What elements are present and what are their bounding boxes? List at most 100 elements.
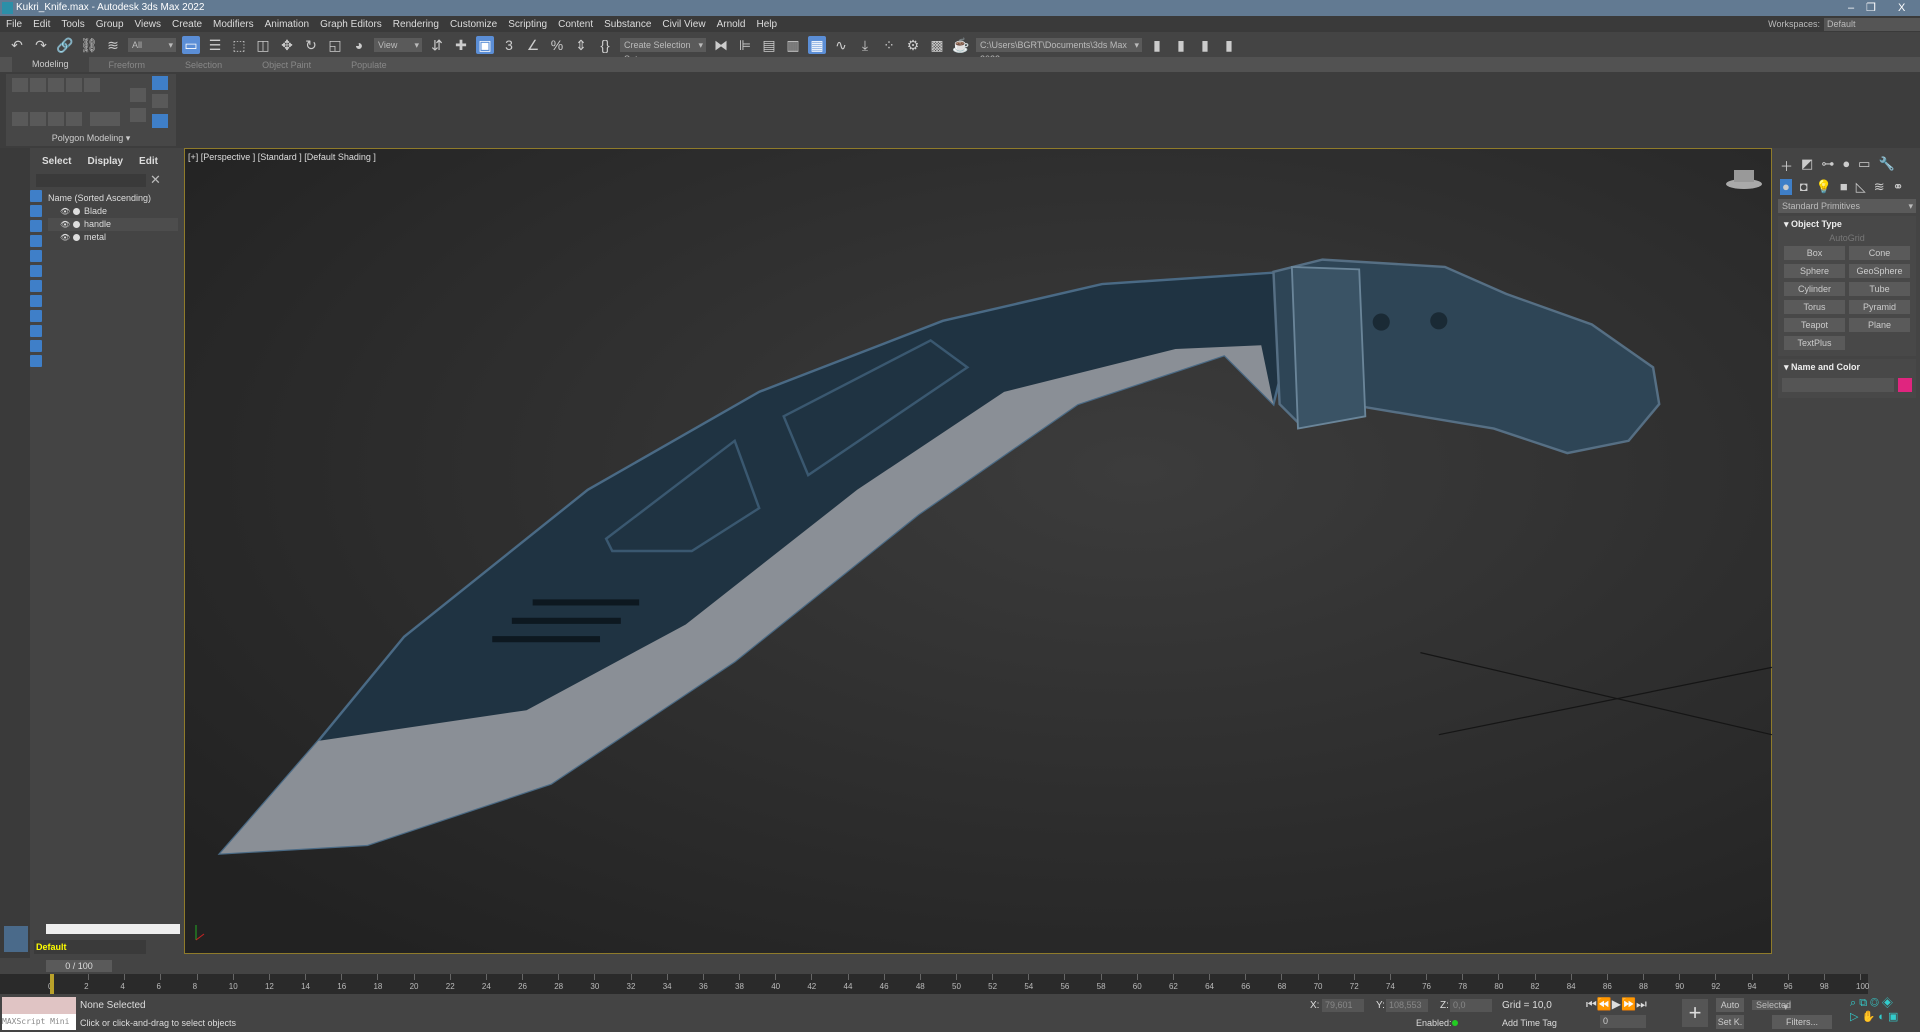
- menu-substance[interactable]: Substance: [604, 19, 651, 30]
- spinner-snap-icon[interactable]: ⇕: [572, 36, 590, 54]
- scene-explorer-icon[interactable]: ▤: [760, 36, 778, 54]
- undo-icon[interactable]: ↶: [8, 36, 26, 54]
- viewport-label[interactable]: [+] [Perspective ] [Standard ] [Default …: [188, 152, 376, 162]
- play-icon[interactable]: ▶: [1612, 997, 1621, 1011]
- unlink-icon[interactable]: ⛓: [80, 36, 98, 54]
- ribbon-tool-button[interactable]: [48, 112, 64, 126]
- named-selection-icon[interactable]: {}: [596, 36, 614, 54]
- freeze-dot-icon[interactable]: [73, 221, 80, 228]
- cone-button[interactable]: Cone: [1849, 246, 1910, 260]
- menu-views[interactable]: Views: [135, 19, 162, 30]
- current-frame-field[interactable]: 0: [1600, 1015, 1646, 1028]
- ribbon-tab-populate[interactable]: Populate: [331, 60, 407, 70]
- menu-content[interactable]: Content: [558, 19, 593, 30]
- explorer-tab-display[interactable]: Display: [87, 156, 123, 167]
- geosphere-button[interactable]: GeoSphere: [1849, 264, 1910, 278]
- menu-animation[interactable]: Animation: [265, 19, 309, 30]
- select-object-icon[interactable]: ▭: [182, 35, 200, 54]
- next-frame-icon[interactable]: ⏩: [1621, 997, 1636, 1011]
- time-slider[interactable]: [0, 958, 1920, 974]
- rect-selection-icon[interactable]: ⬚: [230, 36, 248, 54]
- move-icon[interactable]: ✥: [278, 36, 296, 54]
- polygon-modeling-dropdown[interactable]: Polygon Modeling ▾: [6, 133, 176, 144]
- menu-tools[interactable]: Tools: [61, 19, 84, 30]
- go-to-start-icon[interactable]: ⏮: [1586, 997, 1597, 1011]
- utilities-tab-icon[interactable]: 🔧: [1878, 156, 1894, 175]
- menu-group[interactable]: Group: [96, 19, 124, 30]
- motion-tab-icon[interactable]: ●: [1842, 156, 1850, 175]
- filter-xrefs-icon[interactable]: [30, 295, 42, 307]
- menu-edit[interactable]: Edit: [33, 19, 50, 30]
- menu-create[interactable]: Create: [172, 19, 202, 30]
- go-to-end-icon[interactable]: ⏭: [1636, 997, 1647, 1011]
- set-key-large-button[interactable]: +: [1682, 999, 1708, 1027]
- freeze-dot-icon[interactable]: [73, 208, 80, 215]
- cylinder-button[interactable]: Cylinder: [1784, 282, 1845, 296]
- modify-tab-icon[interactable]: ◩: [1801, 156, 1813, 175]
- visibility-eye-icon[interactable]: 👁: [60, 218, 70, 231]
- clear-search-icon[interactable]: ✕: [150, 172, 161, 188]
- maxscript-mini-input[interactable]: MAXScript Mini: [2, 1014, 76, 1030]
- material-editor-icon[interactable]: ⁘: [880, 36, 898, 54]
- previous-frame-icon[interactable]: ⏪: [1597, 997, 1612, 1011]
- object-name-input[interactable]: [1782, 378, 1894, 392]
- window-crossing-icon[interactable]: ◫: [254, 36, 272, 54]
- helpers-icon[interactable]: ◺: [1856, 179, 1866, 195]
- ribbon-tool-button[interactable]: [90, 112, 120, 126]
- project-settings-icon[interactable]: ▮: [1148, 36, 1166, 54]
- explorer-tab-select[interactable]: Select: [42, 156, 71, 167]
- set-key-button[interactable]: Set K.: [1716, 1015, 1744, 1029]
- visibility-eye-icon[interactable]: 👁: [60, 231, 70, 244]
- ribbon-toggle-icon[interactable]: ▦: [808, 35, 826, 54]
- menu-modifiers[interactable]: Modifiers: [213, 19, 254, 30]
- link-icon[interactable]: 🔗: [56, 36, 74, 54]
- maxscript-listener-output[interactable]: [2, 997, 76, 1014]
- pivot-icon[interactable]: ⇵: [428, 36, 446, 54]
- y-coordinate-field[interactable]: 108,553: [1386, 999, 1428, 1012]
- select-by-name-icon[interactable]: ☰: [206, 36, 224, 54]
- reference-coord-dropdown[interactable]: View: [374, 37, 422, 52]
- systems-icon[interactable]: ⚭: [1893, 179, 1904, 195]
- bind-space-warp-icon[interactable]: ≋: [104, 36, 122, 54]
- angle-snap-icon[interactable]: ∠: [524, 36, 542, 54]
- cameras-icon[interactable]: ■: [1840, 179, 1848, 195]
- menu-customize[interactable]: Customize: [450, 19, 497, 30]
- ribbon-tool-button[interactable]: [130, 88, 146, 102]
- x-coordinate-field[interactable]: 79,601: [1322, 999, 1364, 1012]
- ribbon-tool-button[interactable]: [12, 78, 28, 92]
- teapot-button[interactable]: Teapot: [1784, 318, 1845, 332]
- textplus-button[interactable]: TextPlus: [1784, 336, 1845, 350]
- schematic-view-icon[interactable]: ⤓: [856, 36, 874, 54]
- ribbon-tool-button[interactable]: [12, 112, 28, 126]
- rotate-icon[interactable]: ↻: [302, 36, 320, 54]
- display-tab-icon[interactable]: ▭: [1858, 156, 1870, 175]
- ribbon-tool-button[interactable]: [30, 78, 46, 92]
- name-color-header[interactable]: ▾ Name and Color: [1778, 359, 1916, 376]
- hierarchy-tab-icon[interactable]: ⊶: [1821, 156, 1834, 175]
- ribbon-mode-button[interactable]: [152, 94, 168, 108]
- ribbon-mode-button[interactable]: [152, 76, 168, 90]
- filter-helpers-icon[interactable]: [30, 250, 42, 262]
- menu-help[interactable]: Help: [756, 19, 777, 30]
- auto-key-button[interactable]: Auto: [1716, 998, 1744, 1012]
- key-filter-dropdown[interactable]: Selected: [1752, 1000, 1792, 1010]
- filter-groups-icon[interactable]: [30, 280, 42, 292]
- autogrid-checkbox[interactable]: AutoGrid: [1778, 233, 1916, 243]
- minimize-button[interactable]: –: [1848, 0, 1854, 16]
- list-item[interactable]: 👁 handle: [48, 218, 178, 231]
- close-button[interactable]: X: [1898, 0, 1905, 16]
- align-icon[interactable]: ⊫: [736, 36, 754, 54]
- list-item[interactable]: 👁 Blade: [48, 205, 178, 218]
- object-color-swatch[interactable]: [1898, 378, 1912, 392]
- project-new-icon[interactable]: ▮: [1196, 36, 1214, 54]
- ribbon-tab-freeform[interactable]: Freeform: [89, 60, 166, 70]
- scale-icon[interactable]: ◱: [326, 36, 344, 54]
- object-type-header[interactable]: ▾ Object Type: [1778, 216, 1916, 233]
- filter-spacewarps-icon[interactable]: [30, 265, 42, 277]
- layer-icon[interactable]: [4, 926, 28, 952]
- name-column-header[interactable]: Name (Sorted Ascending): [48, 192, 178, 205]
- menu-rendering[interactable]: Rendering: [393, 19, 439, 30]
- layer-explorer-icon[interactable]: ▥: [784, 36, 802, 54]
- percent-snap-icon[interactable]: %: [548, 36, 566, 54]
- plane-button[interactable]: Plane: [1849, 318, 1910, 332]
